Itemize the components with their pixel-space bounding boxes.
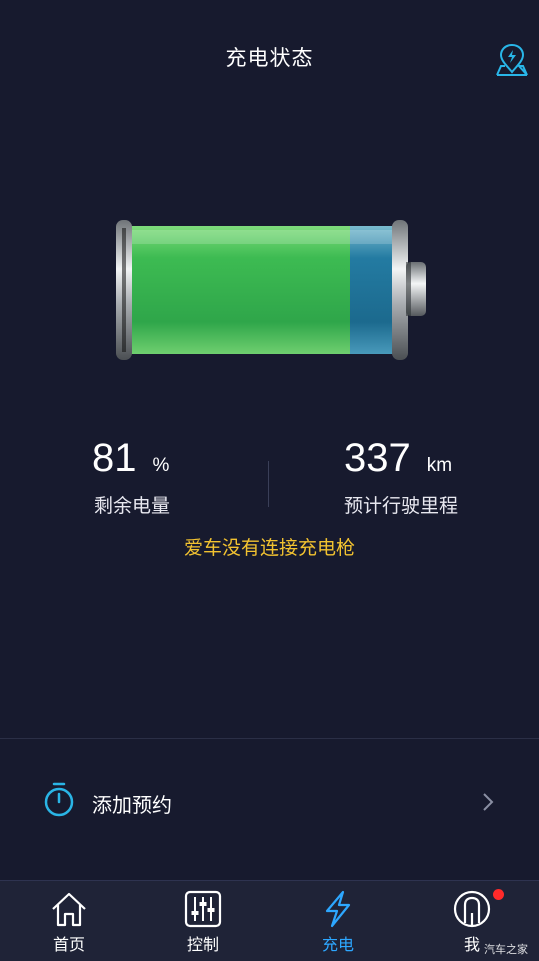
range-value: 337 [344,436,411,480]
tab-home-label: 首页 [52,935,85,954]
home-icon [52,892,86,927]
battery-percent-value: 81 [92,436,137,480]
tab-charging-label: 充电 [321,935,354,954]
remaining-battery-stat: 81% 剩余电量 [92,436,252,518]
lightning-icon [325,890,351,928]
range-label: 预计行驶里程 [344,495,459,517]
battery-percent-unit: % [152,455,170,476]
add-reservation-label: 添加预约 [92,793,172,817]
page-title: 充电状态 [225,46,314,70]
watermark: 汽车之家 [484,943,528,956]
notification-badge [493,889,504,900]
battery-fill [126,226,350,354]
tab-home[interactable]: 首页 [14,881,124,961]
charging-map-icon [496,43,528,76]
header: 充电状态 [0,0,539,118]
battery-graphic [114,218,430,364]
stats-panel: 81% 剩余电量 337 km 预计行驶里程 [0,436,539,526]
sliders-icon [184,890,222,928]
add-reservation-row[interactable]: 添加预约 [0,739,539,867]
charger-status-notice: 爱车没有连接充电枪 [183,537,355,559]
battery-percent-label: 剩余电量 [94,495,171,517]
stats-divider [268,461,269,507]
estimated-range-stat: 337 km 预计行驶里程 [344,436,524,518]
charging-map-button[interactable] [494,42,530,78]
tab-charging[interactable]: 充电 [283,881,393,961]
profile-icon [453,890,491,928]
tab-control-label: 控制 [186,935,219,954]
bottom-tab-bar: 首页 控制 充电 我 [0,880,539,961]
timer-icon [44,782,74,817]
tab-control[interactable]: 控制 [148,881,258,961]
chevron-right-icon [483,793,494,811]
range-unit: km [426,455,453,476]
